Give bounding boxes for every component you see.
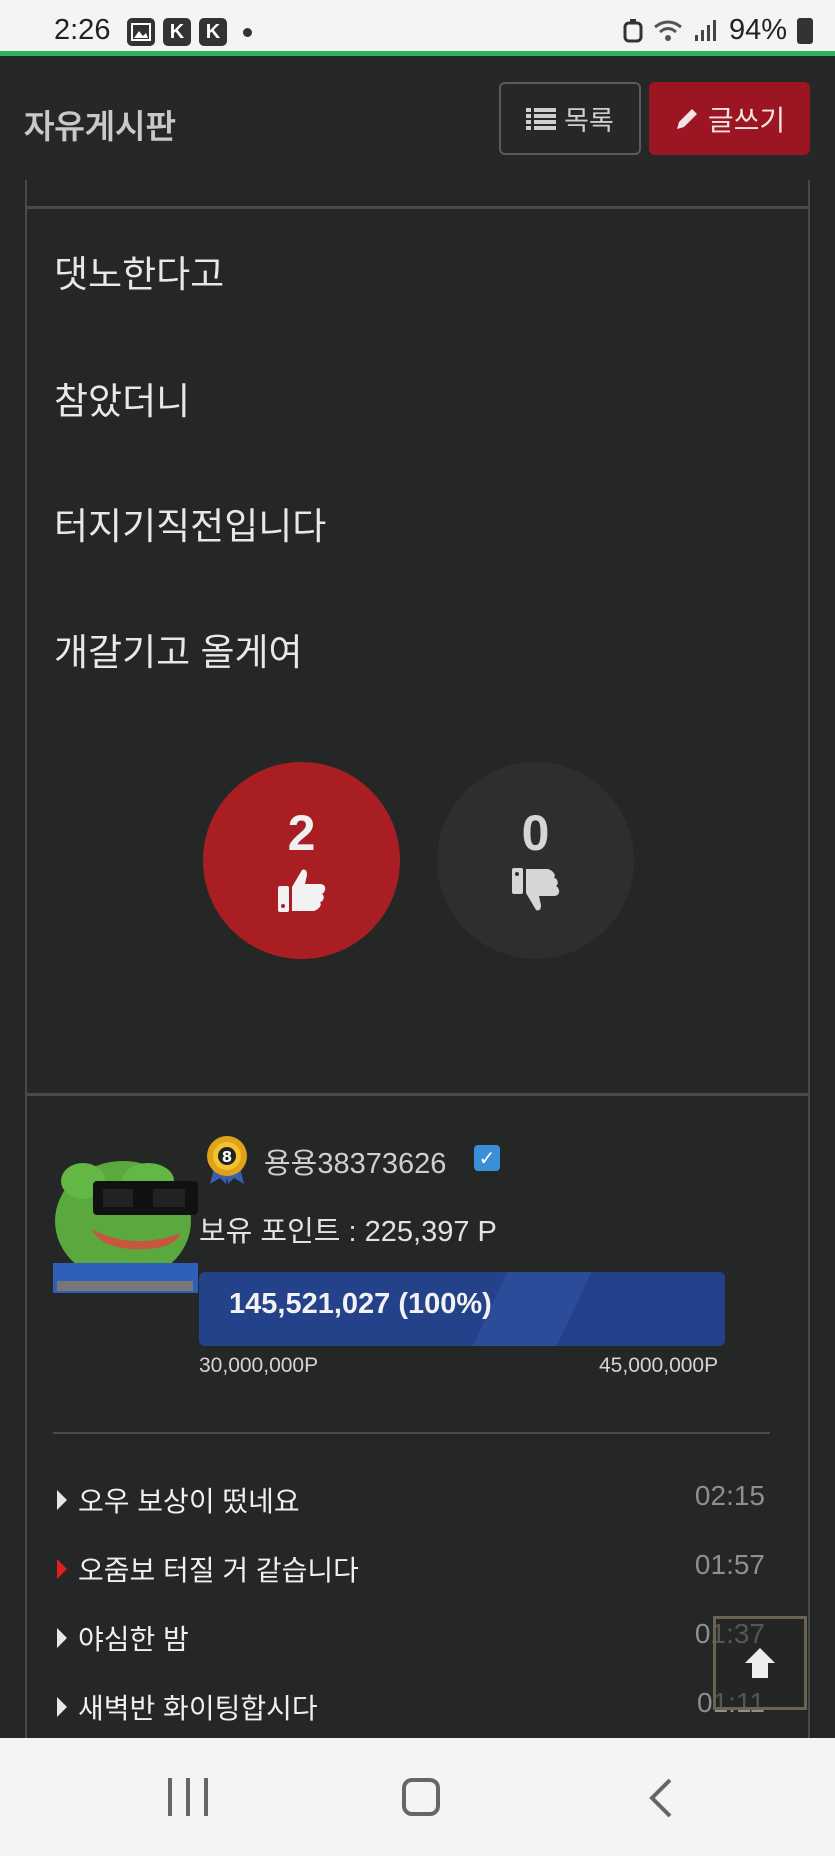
progress-max: 45,000,000P bbox=[599, 1354, 719, 1377]
list-item[interactable]: 오줌보 터질 거 같습니다 01:57 bbox=[57, 1545, 792, 1614]
kakao-k-icon: K bbox=[163, 18, 191, 46]
post-line: 참았더니 bbox=[54, 381, 191, 422]
related-post-title[interactable]: 야심한 밤 bbox=[78, 1618, 189, 1658]
level-badge-icon: 8 bbox=[207, 1136, 247, 1184]
arrow-up-icon bbox=[745, 1648, 775, 1678]
downvote-button[interactable]: 0 bbox=[437, 762, 634, 959]
board-title[interactable]: 자유게시판 bbox=[24, 100, 176, 148]
list-button[interactable]: 목록 bbox=[499, 82, 641, 155]
author-avatar[interactable] bbox=[53, 1151, 198, 1293]
post-line: 개갈기고 올게여 bbox=[54, 632, 303, 673]
points-progress-bar: 145,521,027 (100%) bbox=[199, 1272, 725, 1346]
related-post-title[interactable]: 오줌보 터질 거 같습니다 bbox=[78, 1549, 359, 1589]
thumbs-up-icon bbox=[277, 869, 325, 912]
caret-right-icon bbox=[57, 1490, 67, 1510]
thumbs-down-icon bbox=[511, 867, 559, 910]
post-content: 댓노한다고 참았더니 터지기직전입니다 개갈기고 올게여 2 0 bbox=[25, 180, 810, 1096]
caret-right-icon bbox=[57, 1697, 67, 1717]
home-button[interactable] bbox=[402, 1778, 440, 1816]
downvote-count: 0 bbox=[521, 804, 550, 861]
status-right: 94% bbox=[623, 14, 813, 47]
image-icon bbox=[127, 18, 155, 46]
post-divider bbox=[27, 206, 808, 209]
level-number: 8 bbox=[222, 1148, 232, 1166]
caret-right-icon bbox=[57, 1559, 67, 1579]
author-nickname[interactable]: 용용38373626 bbox=[264, 1140, 446, 1182]
upvote-count: 2 bbox=[287, 804, 316, 861]
write-button[interactable]: 글쓰기 bbox=[649, 82, 810, 155]
signal-icon bbox=[694, 19, 716, 41]
board-header: 자유게시판 목록 글쓰기 bbox=[0, 56, 835, 180]
progress-min: 30,000,000P bbox=[199, 1354, 319, 1377]
list-button-label: 목록 bbox=[564, 106, 614, 136]
caret-right-icon bbox=[57, 1628, 67, 1648]
pencil-icon bbox=[676, 108, 697, 129]
alarm-icon bbox=[623, 18, 643, 42]
notification-icons: K K bbox=[127, 18, 252, 46]
verified-check-icon: ✓ bbox=[474, 1145, 500, 1171]
author-box: 8 용용38373626 ✓ 보유 포인트 : 225,397 P 145,52… bbox=[25, 1096, 810, 1756]
system-nav-bar bbox=[0, 1738, 835, 1856]
post-line: 댓노한다고 bbox=[54, 254, 225, 295]
back-button[interactable] bbox=[640, 1776, 680, 1820]
write-button-label: 글쓰기 bbox=[707, 104, 786, 136]
more-notifications-dot bbox=[243, 27, 252, 37]
author-divider bbox=[53, 1432, 770, 1434]
kakao-k-icon: K bbox=[199, 18, 227, 46]
recent-apps-button[interactable] bbox=[168, 1778, 208, 1816]
list-item[interactable]: 오우 보상이 떴네요 02:15 bbox=[57, 1476, 792, 1545]
battery-icon bbox=[797, 17, 813, 44]
wifi-icon bbox=[654, 20, 682, 41]
related-post-time: 02:15 bbox=[694, 1480, 765, 1511]
post-line: 터지기직전입니다 bbox=[54, 506, 327, 547]
status-bar: 2:26 K K 94% bbox=[0, 0, 835, 56]
related-post-time: 01:57 bbox=[694, 1549, 765, 1580]
upvote-button[interactable]: 2 bbox=[203, 762, 400, 959]
status-time: 2:26 bbox=[54, 14, 111, 46]
author-points: 보유 포인트 : 225,397 P bbox=[199, 1216, 497, 1248]
progress-text: 145,521,027 (100%) bbox=[229, 1288, 492, 1320]
list-icon bbox=[526, 107, 557, 130]
related-post-title[interactable]: 새벽반 화이팅합시다 bbox=[78, 1687, 318, 1727]
scroll-top-button[interactable] bbox=[713, 1616, 807, 1710]
related-post-title[interactable]: 오우 보상이 떴네요 bbox=[78, 1480, 300, 1520]
list-item[interactable]: 야심한 밤 01:37 bbox=[57, 1614, 792, 1683]
battery-percent: 94% bbox=[728, 14, 787, 46]
related-posts-list: 오우 보상이 떴네요 02:15 오줌보 터질 거 같습니다 01:57 야심한… bbox=[57, 1476, 792, 1752]
